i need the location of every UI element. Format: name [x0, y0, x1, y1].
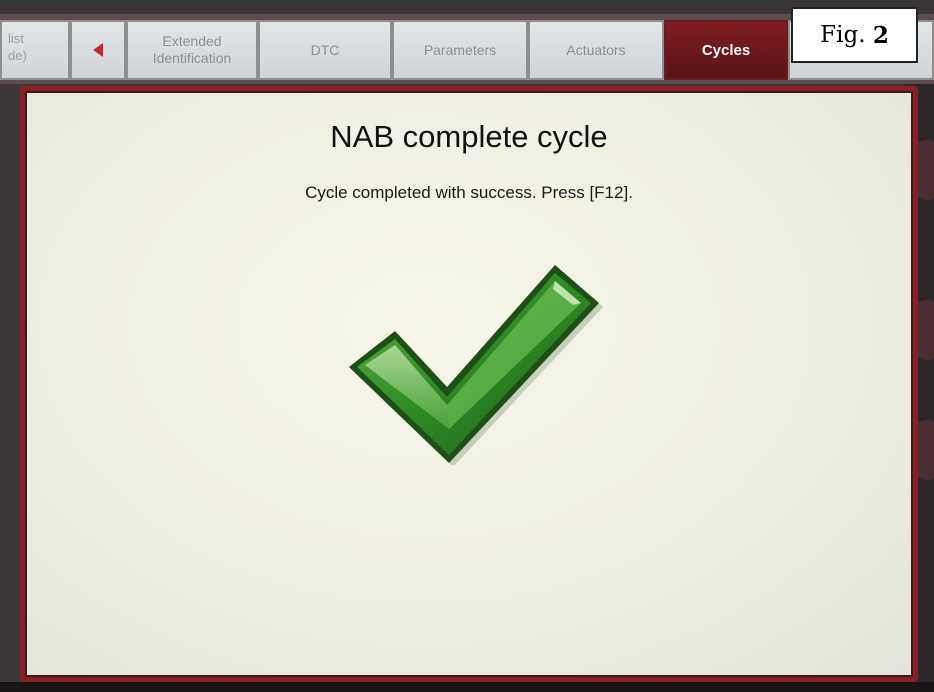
tab-extended-identification-label: Extended Identification	[153, 33, 232, 67]
chevron-left-icon	[93, 43, 103, 57]
dialog-title: NAB complete cycle	[330, 119, 608, 154]
tab-extended-line1: Extended	[162, 33, 222, 49]
result-dialog: NAB complete cycle Cycle completed with …	[20, 86, 918, 682]
tab-list-label: list de)	[8, 30, 27, 64]
tab-parameters[interactable]: Parameters	[392, 20, 528, 80]
tab-list[interactable]: list de)	[0, 20, 70, 80]
back-button[interactable]	[70, 20, 126, 80]
dialog-message: Cycle completed with success. Press [F12…	[305, 183, 633, 202]
tab-parameters-label: Parameters	[423, 41, 497, 58]
figure-label: Fig. 2	[791, 7, 918, 63]
tab-cycles[interactable]: Cycles	[664, 20, 788, 80]
check-mark-icon	[349, 265, 603, 465]
figure-label-prefix: Fig.	[820, 22, 866, 48]
tab-extended-line2: Identification	[152, 50, 232, 66]
tab-extended-identification[interactable]: Extended Identification	[126, 20, 258, 80]
tab-list-label-line2: de)	[8, 48, 27, 63]
tab-actuators-label: Actuators	[566, 41, 626, 58]
bottom-bezel	[0, 682, 934, 692]
tab-actuators[interactable]: Actuators	[528, 20, 664, 80]
figure-label-number: 2	[872, 21, 889, 49]
tab-dtc[interactable]: DTC	[258, 20, 392, 80]
tab-dtc-label: DTC	[310, 41, 340, 58]
tab-cycles-label: Cycles	[701, 41, 751, 59]
tab-list-label-line1: list	[8, 31, 24, 46]
